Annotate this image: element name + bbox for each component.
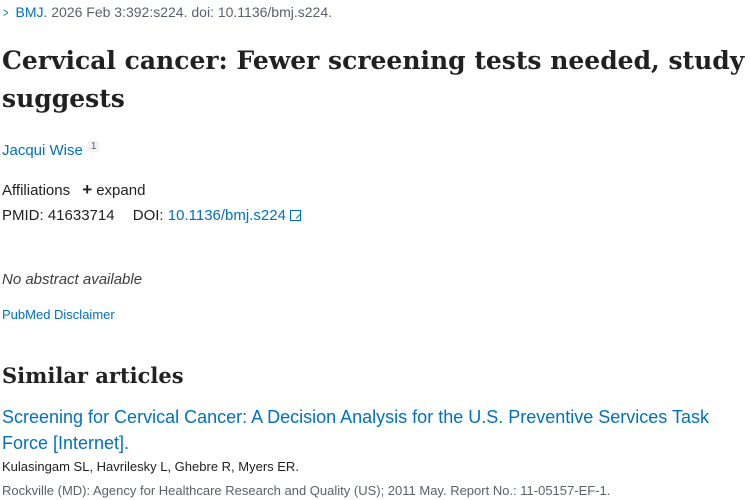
similar-articles-heading: Similar articles: [2, 363, 184, 388]
author-list: Jacqui Wise 1: [2, 141, 100, 159]
pubmed-disclaimer-link[interactable]: PubMed Disclaimer: [2, 307, 115, 322]
doi-value: 10.1136/bmj.s224: [167, 207, 286, 224]
article-title: Cervical cancer: Fewer screening tests n…: [2, 46, 745, 113]
affiliations-row: Affiliations + expand: [2, 180, 145, 200]
similar-article-source: Rockville (MD): Agency for Healthcare Re…: [2, 483, 611, 498]
chevron-right-icon[interactable]: >: [3, 5, 8, 20]
external-link-icon: [289, 210, 301, 221]
journal-link[interactable]: BMJ: [15, 4, 43, 20]
affiliation-ref-badge[interactable]: 1: [87, 141, 100, 152]
pmid-label: PMID:: [2, 207, 44, 224]
citation-details: . 2026 Feb 3:392:s224. doi: 10.1136/bmj.…: [43, 4, 332, 20]
article-page: > BMJ. 2026 Feb 3:392:s224. doi: 10.1136…: [0, 0, 750, 500]
pmid-value: 41633714: [47, 207, 115, 224]
doi-link[interactable]: 10.1136/bmj.s224: [168, 207, 301, 224]
affiliations-expand-button[interactable]: + expand: [82, 180, 146, 199]
identifiers-row: PMID: 41633714 DOI: 10.1136/bmj.s224: [2, 207, 301, 224]
no-abstract-note: No abstract available: [2, 271, 143, 288]
expand-label: expand: [96, 182, 146, 199]
journal-citation: > BMJ. 2026 Feb 3:392:s224. doi: 10.1136…: [2, 4, 332, 20]
similar-article-title-link[interactable]: Screening for Cervical Cancer: A Decisio…: [2, 404, 742, 456]
plus-icon: +: [82, 180, 93, 199]
author-link[interactable]: Jacqui Wise: [2, 142, 83, 159]
similar-article-authors: Kulasingam SL, Havrilesky L, Ghebre R, M…: [2, 459, 299, 474]
affiliations-label: Affiliations: [2, 182, 71, 199]
doi-label: DOI:: [132, 207, 164, 224]
